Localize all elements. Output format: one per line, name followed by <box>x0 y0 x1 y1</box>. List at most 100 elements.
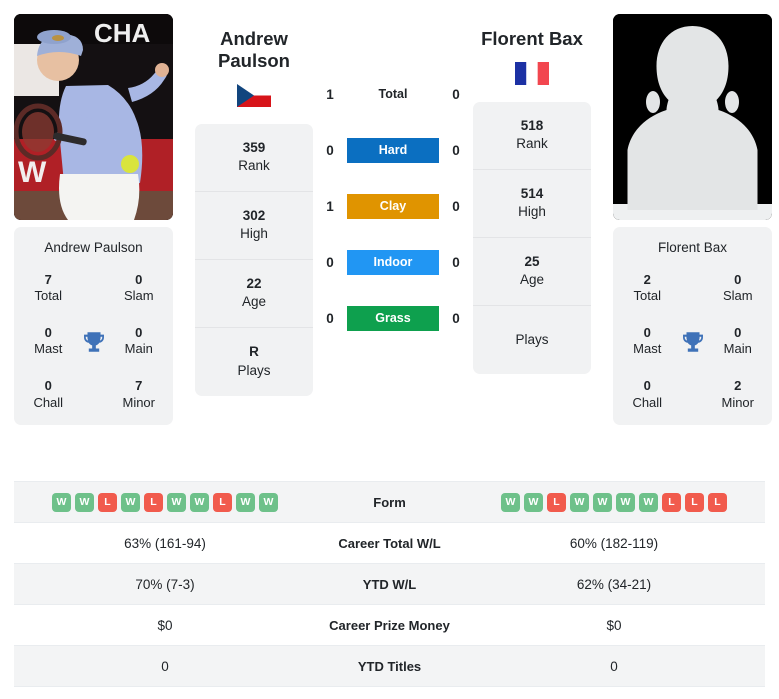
left-form-badge[interactable]: W <box>75 492 94 512</box>
left-high-value: 302 <box>242 207 266 223</box>
table-row-prize-money: $0 Career Prize Money $0 <box>14 605 765 646</box>
comparison-stats-table: WWLWLWWLWW Form WWLWWWWLLL 63% (161-94) … <box>14 481 765 687</box>
left-titles-mast: 0 Mast <box>22 325 75 358</box>
surface-button-clay[interactable]: Clay <box>347 193 439 219</box>
right-rank-label: Rank <box>516 136 548 152</box>
right-player-photo[interactable] <box>613 14 772 220</box>
right-form-badge[interactable]: L <box>685 492 704 512</box>
player-action-photo-icon: CHA W <box>14 14 173 220</box>
left-rank-card: 359 Rank 302 High 22 Age R Plays <box>195 123 313 396</box>
right-player-titles-card: Florent Bax 2 Total 0 Slam 0 Mast 0 Main… <box>613 227 772 426</box>
right-high-value: 514 <box>520 186 544 202</box>
table-row-career-wl: 63% (161-94) Career Total W/L 60% (182-1… <box>14 523 765 564</box>
h2h-row-clay: 1 Clay 0 <box>313 178 473 234</box>
h2h-clay-right-value: 0 <box>452 198 460 214</box>
left-career-wl: 63% (161-94) <box>124 535 206 551</box>
trophy-glyph-icon <box>83 331 104 352</box>
h2h-clay-left-value: 1 <box>326 198 334 214</box>
left-rank-value: 359 <box>242 139 266 155</box>
right-form-badge[interactable]: W <box>524 492 543 512</box>
right-age-label: Age <box>519 272 545 288</box>
h2h-indoor-right-value: 0 <box>452 254 460 270</box>
left-flag-wrap <box>195 83 313 107</box>
france-flag-icon <box>515 61 549 85</box>
left-titles-main: 0 Main <box>113 325 166 358</box>
left-form-badge[interactable]: W <box>167 492 186 512</box>
surface-button-indoor[interactable]: Indoor <box>347 249 439 275</box>
right-titles-mast-value: 0 <box>643 325 651 341</box>
right-ytd-wl: 62% (34-21) <box>576 576 652 592</box>
right-rank-value: 518 <box>520 118 544 134</box>
trophy-icon <box>75 329 113 355</box>
right-form-badge[interactable]: W <box>570 492 589 512</box>
left-form-badge[interactable]: W <box>52 492 71 512</box>
right-titles-main-label: Main <box>723 341 752 357</box>
right-career-wl: 60% (182-119) <box>569 535 659 551</box>
left-titles-total-label: Total <box>34 288 62 304</box>
h2h-indoor-left-value: 0 <box>326 254 334 270</box>
right-form-badge[interactable]: L <box>662 492 681 512</box>
left-prize-money: $0 <box>157 617 173 633</box>
left-titles-slam-label: Slam <box>123 288 154 304</box>
row-label-career-wl: Career Total W/L <box>338 535 441 551</box>
left-age-value: 22 <box>246 275 262 291</box>
left-form-badge[interactable]: W <box>121 492 140 512</box>
h2h-row-total: 1 Total 0 <box>313 66 473 122</box>
left-titles-minor-value: 7 <box>135 378 143 394</box>
right-form-badge[interactable]: L <box>708 492 727 512</box>
right-titles-chall-label: Chall <box>632 394 663 410</box>
h2h-total-label: Total <box>378 87 408 101</box>
left-player-name[interactable]: Andrew Paulson <box>195 14 313 72</box>
right-form-badge[interactable]: W <box>616 492 635 512</box>
left-form-badge[interactable]: L <box>98 492 117 512</box>
left-form-badge[interactable]: W <box>259 492 278 512</box>
player-comparison-page: CHA W Andrew Paulson 7 Total 0 Slam 0 Ma… <box>0 0 779 699</box>
right-rank-cell-plays: Plays <box>473 306 591 374</box>
left-form-badge[interactable]: W <box>236 492 255 512</box>
left-titles-chall-label: Chall <box>33 394 64 410</box>
right-titles-main: 0 Main <box>712 325 765 358</box>
h2h-hard-right-value: 0 <box>452 142 460 158</box>
table-row-ytd-wl: 70% (7-3) YTD W/L 62% (34-21) <box>14 563 765 605</box>
surface-button-grass[interactable]: Grass <box>347 305 439 331</box>
row-label-prize-money: Career Prize Money <box>329 617 450 633</box>
right-player-card-name: Florent Bax <box>657 240 728 255</box>
left-titles-grid: 7 Total 0 Slam 0 Mast 0 Main 0 Chall 7 M… <box>22 272 165 411</box>
head-to-head-column: 1 Total 0 0 Hard 0 1 Clay 0 0 Indoor 0 0 <box>313 14 473 346</box>
left-form-badge[interactable]: L <box>213 492 232 512</box>
left-ytd-titles: 0 <box>161 658 169 674</box>
left-titles-minor-label: Minor <box>122 394 155 410</box>
left-player-name-line2: Paulson <box>218 49 290 71</box>
surface-button-hard[interactable]: Hard <box>347 137 439 163</box>
h2h-grass-left-value: 0 <box>326 310 334 326</box>
right-player-column: Florent Bax 2 Total 0 Slam 0 Mast 0 Main… <box>613 14 772 426</box>
player-placeholder-avatar-icon <box>613 14 772 220</box>
h2h-row-indoor: 0 Indoor 0 <box>313 234 473 290</box>
left-rank-label: Rank <box>238 158 270 174</box>
right-form-badge[interactable]: L <box>547 492 566 512</box>
right-high-label: High <box>518 204 546 220</box>
right-player-name[interactable]: Florent Bax <box>473 14 591 50</box>
left-player-titles-card: Andrew Paulson 7 Total 0 Slam 0 Mast 0 M… <box>14 227 173 426</box>
right-titles-total-label: Total <box>633 288 661 304</box>
left-player-photo[interactable]: CHA W <box>14 14 173 220</box>
right-age-value: 25 <box>524 254 540 270</box>
left-titles-main-value: 0 <box>135 325 143 341</box>
left-titles-slam-value: 0 <box>135 272 143 287</box>
trophy-icon <box>674 329 712 355</box>
right-form-badge[interactable]: W <box>501 492 520 512</box>
right-form-badge[interactable]: W <box>639 492 658 512</box>
czech-republic-flag-icon <box>237 83 271 107</box>
right-flag-wrap <box>473 61 591 85</box>
right-titles-slam-label: Slam <box>722 288 753 304</box>
left-plays-label: Plays <box>237 362 271 378</box>
right-titles-total: 2 Total <box>621 272 674 305</box>
right-titles-slam: 0 Slam <box>712 272 765 305</box>
right-form-cell: WWLWWWWLLL <box>463 482 765 523</box>
right-form-badges: WWLWWWWLLL <box>463 492 765 512</box>
left-form-badge[interactable]: W <box>190 492 209 512</box>
h2h-row-hard: 0 Hard 0 <box>313 122 473 178</box>
left-form-badge[interactable]: L <box>144 492 163 512</box>
right-form-badge[interactable]: W <box>593 492 612 512</box>
right-titles-mast: 0 Mast <box>621 325 674 358</box>
